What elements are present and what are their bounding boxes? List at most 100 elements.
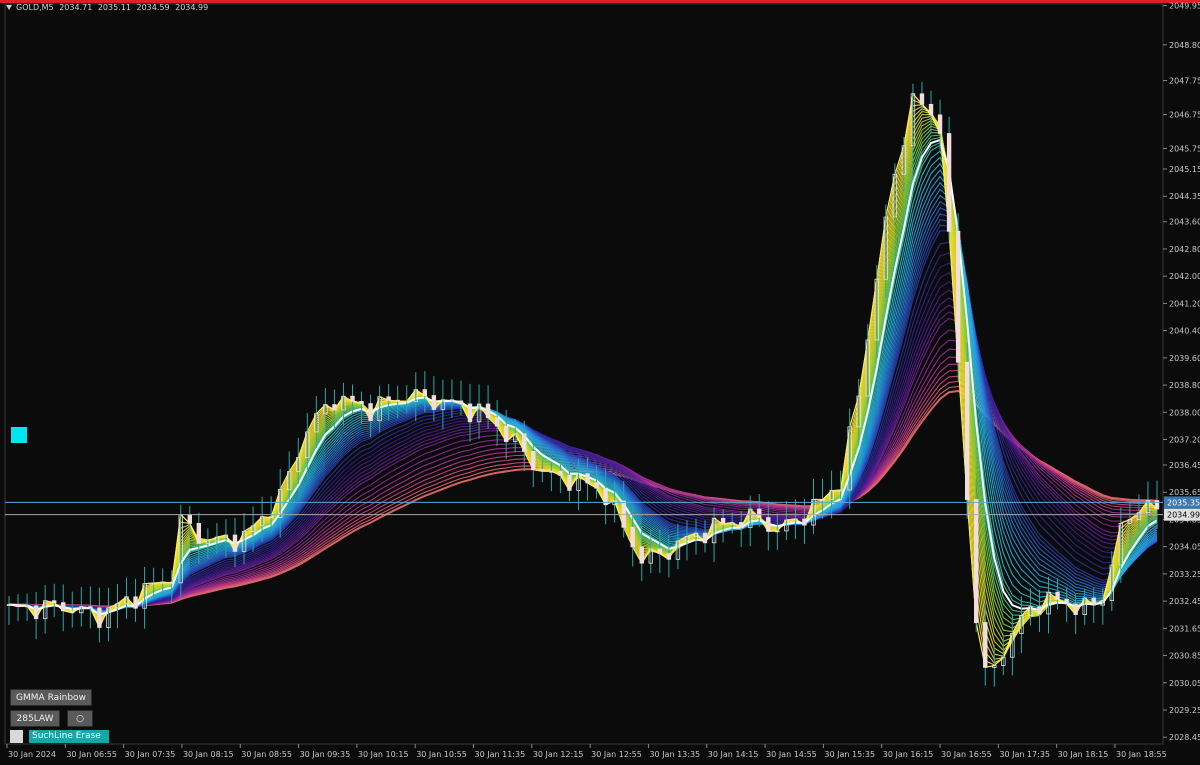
candle-body (621, 500, 626, 528)
candle-body (540, 469, 545, 472)
y-tick-label: 2030.05 (1169, 679, 1200, 688)
symbol-header[interactable]: GOLD,M5 2034.71 2035.11 2034.59 2034.99 (6, 3, 211, 12)
candle-body (983, 622, 988, 668)
symbol-name: GOLD,M5 (16, 3, 54, 12)
y-tick-label: 2030.85 (1169, 652, 1200, 661)
candle-body (485, 403, 491, 419)
candle-body (503, 425, 509, 443)
y-tick-label: 2038.00 (1169, 408, 1200, 417)
candle-body (720, 517, 726, 525)
y-tick-label: 2033.25 (1169, 570, 1200, 579)
candle-body (639, 546, 644, 564)
y-tick-label: 2032.45 (1169, 597, 1200, 606)
high-price: 2035.11 (97, 3, 131, 12)
y-tick-label: 2028.45 (1169, 733, 1200, 742)
x-tick-label: 30 Jan 17:35 (999, 750, 1050, 759)
x-tick-label: 30 Jan 10:15 (358, 750, 409, 759)
candle-body (449, 399, 455, 402)
x-tick-label: 30 Jan 10:55 (416, 750, 467, 759)
y-tick-label: 2037.20 (1169, 435, 1200, 444)
candle-body (169, 581, 174, 584)
y-tick-label: 2046.75 (1169, 111, 1200, 120)
y-tick-label: 2048.80 (1169, 41, 1200, 50)
candle-body (657, 548, 663, 555)
candle-body (1037, 606, 1042, 615)
x-tick-label: 30 Jan 18:15 (1058, 750, 1109, 759)
x-tick-label: 30 Jan 14:55 (766, 750, 817, 759)
y-tick-label: 2035.65 (1169, 488, 1200, 497)
y-tick-label: 2042.80 (1169, 245, 1200, 254)
candle-body (458, 400, 464, 405)
x-tick-label: 30 Jan 16:15 (883, 750, 934, 759)
y-tick-label: 2031.65 (1169, 624, 1200, 633)
candle-body (422, 389, 428, 396)
candle-body (666, 553, 672, 560)
candle-body (88, 606, 93, 609)
candle-body (594, 482, 599, 489)
x-tick-label: 30 Jan 08:15 (183, 750, 234, 759)
x-tick-label: 30 Jan 08:55 (241, 750, 292, 759)
candle-body (70, 610, 75, 614)
candle-body (802, 518, 807, 526)
y-tick-label: 2039.60 (1169, 354, 1200, 363)
candle-body (133, 596, 138, 609)
close-price: 2034.99 (175, 3, 209, 12)
y-tick-label: 2034.05 (1169, 543, 1200, 552)
ask-price-label: 2034.99 (1167, 511, 1200, 520)
candle-body (630, 526, 635, 548)
candle-body (196, 522, 202, 544)
x-tick-label: 30 Jan 12:55 (591, 750, 642, 759)
candle-body (386, 396, 391, 401)
candle-body (820, 499, 825, 501)
x-tick-label: 30 Jan 18:55 (1116, 750, 1167, 759)
candle-body (558, 470, 563, 476)
candle-body (268, 516, 274, 519)
candle-body (33, 605, 39, 620)
y-tick-label: 2036.45 (1169, 461, 1200, 470)
candle-body (15, 604, 21, 607)
candle-body (494, 417, 500, 427)
price-chart[interactable]: 2049.95 2048.80 2047.75 2046.75 2045.75 2045.… (0, 0, 1200, 765)
x-tick-label: 30 Jan 2024 (8, 750, 56, 759)
x-tick-label: 30 Jan 16:55 (941, 750, 992, 759)
erase-checkbox[interactable] (10, 730, 23, 743)
candle-body (567, 474, 572, 491)
candle-body (359, 400, 364, 405)
collapse-triangle-icon[interactable] (6, 5, 12, 10)
low-price: 2034.59 (136, 3, 170, 12)
y-tick-label: 2041.20 (1169, 299, 1200, 308)
candle-body (97, 607, 102, 628)
law-button[interactable]: 285LAW (10, 710, 60, 727)
y-tick-label: 2043.60 (1169, 218, 1200, 227)
candle-body (964, 361, 970, 500)
cyan-square-button[interactable] (11, 427, 27, 443)
candle-body (431, 395, 437, 410)
y-tick-label: 2044.35 (1169, 192, 1200, 201)
candle-body (919, 93, 925, 105)
circle-button[interactable]: ○ (67, 710, 93, 727)
candle-body (531, 451, 536, 471)
candle-body (1055, 591, 1060, 600)
candle-body (232, 534, 238, 552)
gmma-rainbow-button[interactable]: GMMA Rainbow (10, 689, 92, 706)
candle-body (946, 133, 952, 232)
candle-body (467, 403, 473, 423)
candle-body (522, 433, 527, 452)
candle-body (51, 600, 57, 604)
y-tick-label: 2038.80 (1169, 381, 1200, 390)
y-tick-label: 2049.95 (1169, 2, 1200, 11)
candle-body (1091, 597, 1096, 606)
x-tick-label: 30 Jan 07:35 (125, 750, 176, 759)
candle-body (350, 395, 355, 402)
candle-body (187, 514, 192, 524)
candle-body (368, 403, 373, 421)
x-tick-label: 30 Jan 14:15 (708, 750, 759, 759)
suchline-erase-button[interactable]: SuchLine Erase (29, 730, 109, 743)
candle-body (974, 499, 979, 623)
candle-body (61, 602, 66, 612)
x-tick-label: 30 Jan 11:35 (475, 750, 526, 759)
x-tick-label: 30 Jan 15:35 (824, 750, 875, 759)
candle-body (937, 114, 943, 134)
candle-body (1154, 500, 1160, 510)
candle-body (332, 404, 337, 411)
